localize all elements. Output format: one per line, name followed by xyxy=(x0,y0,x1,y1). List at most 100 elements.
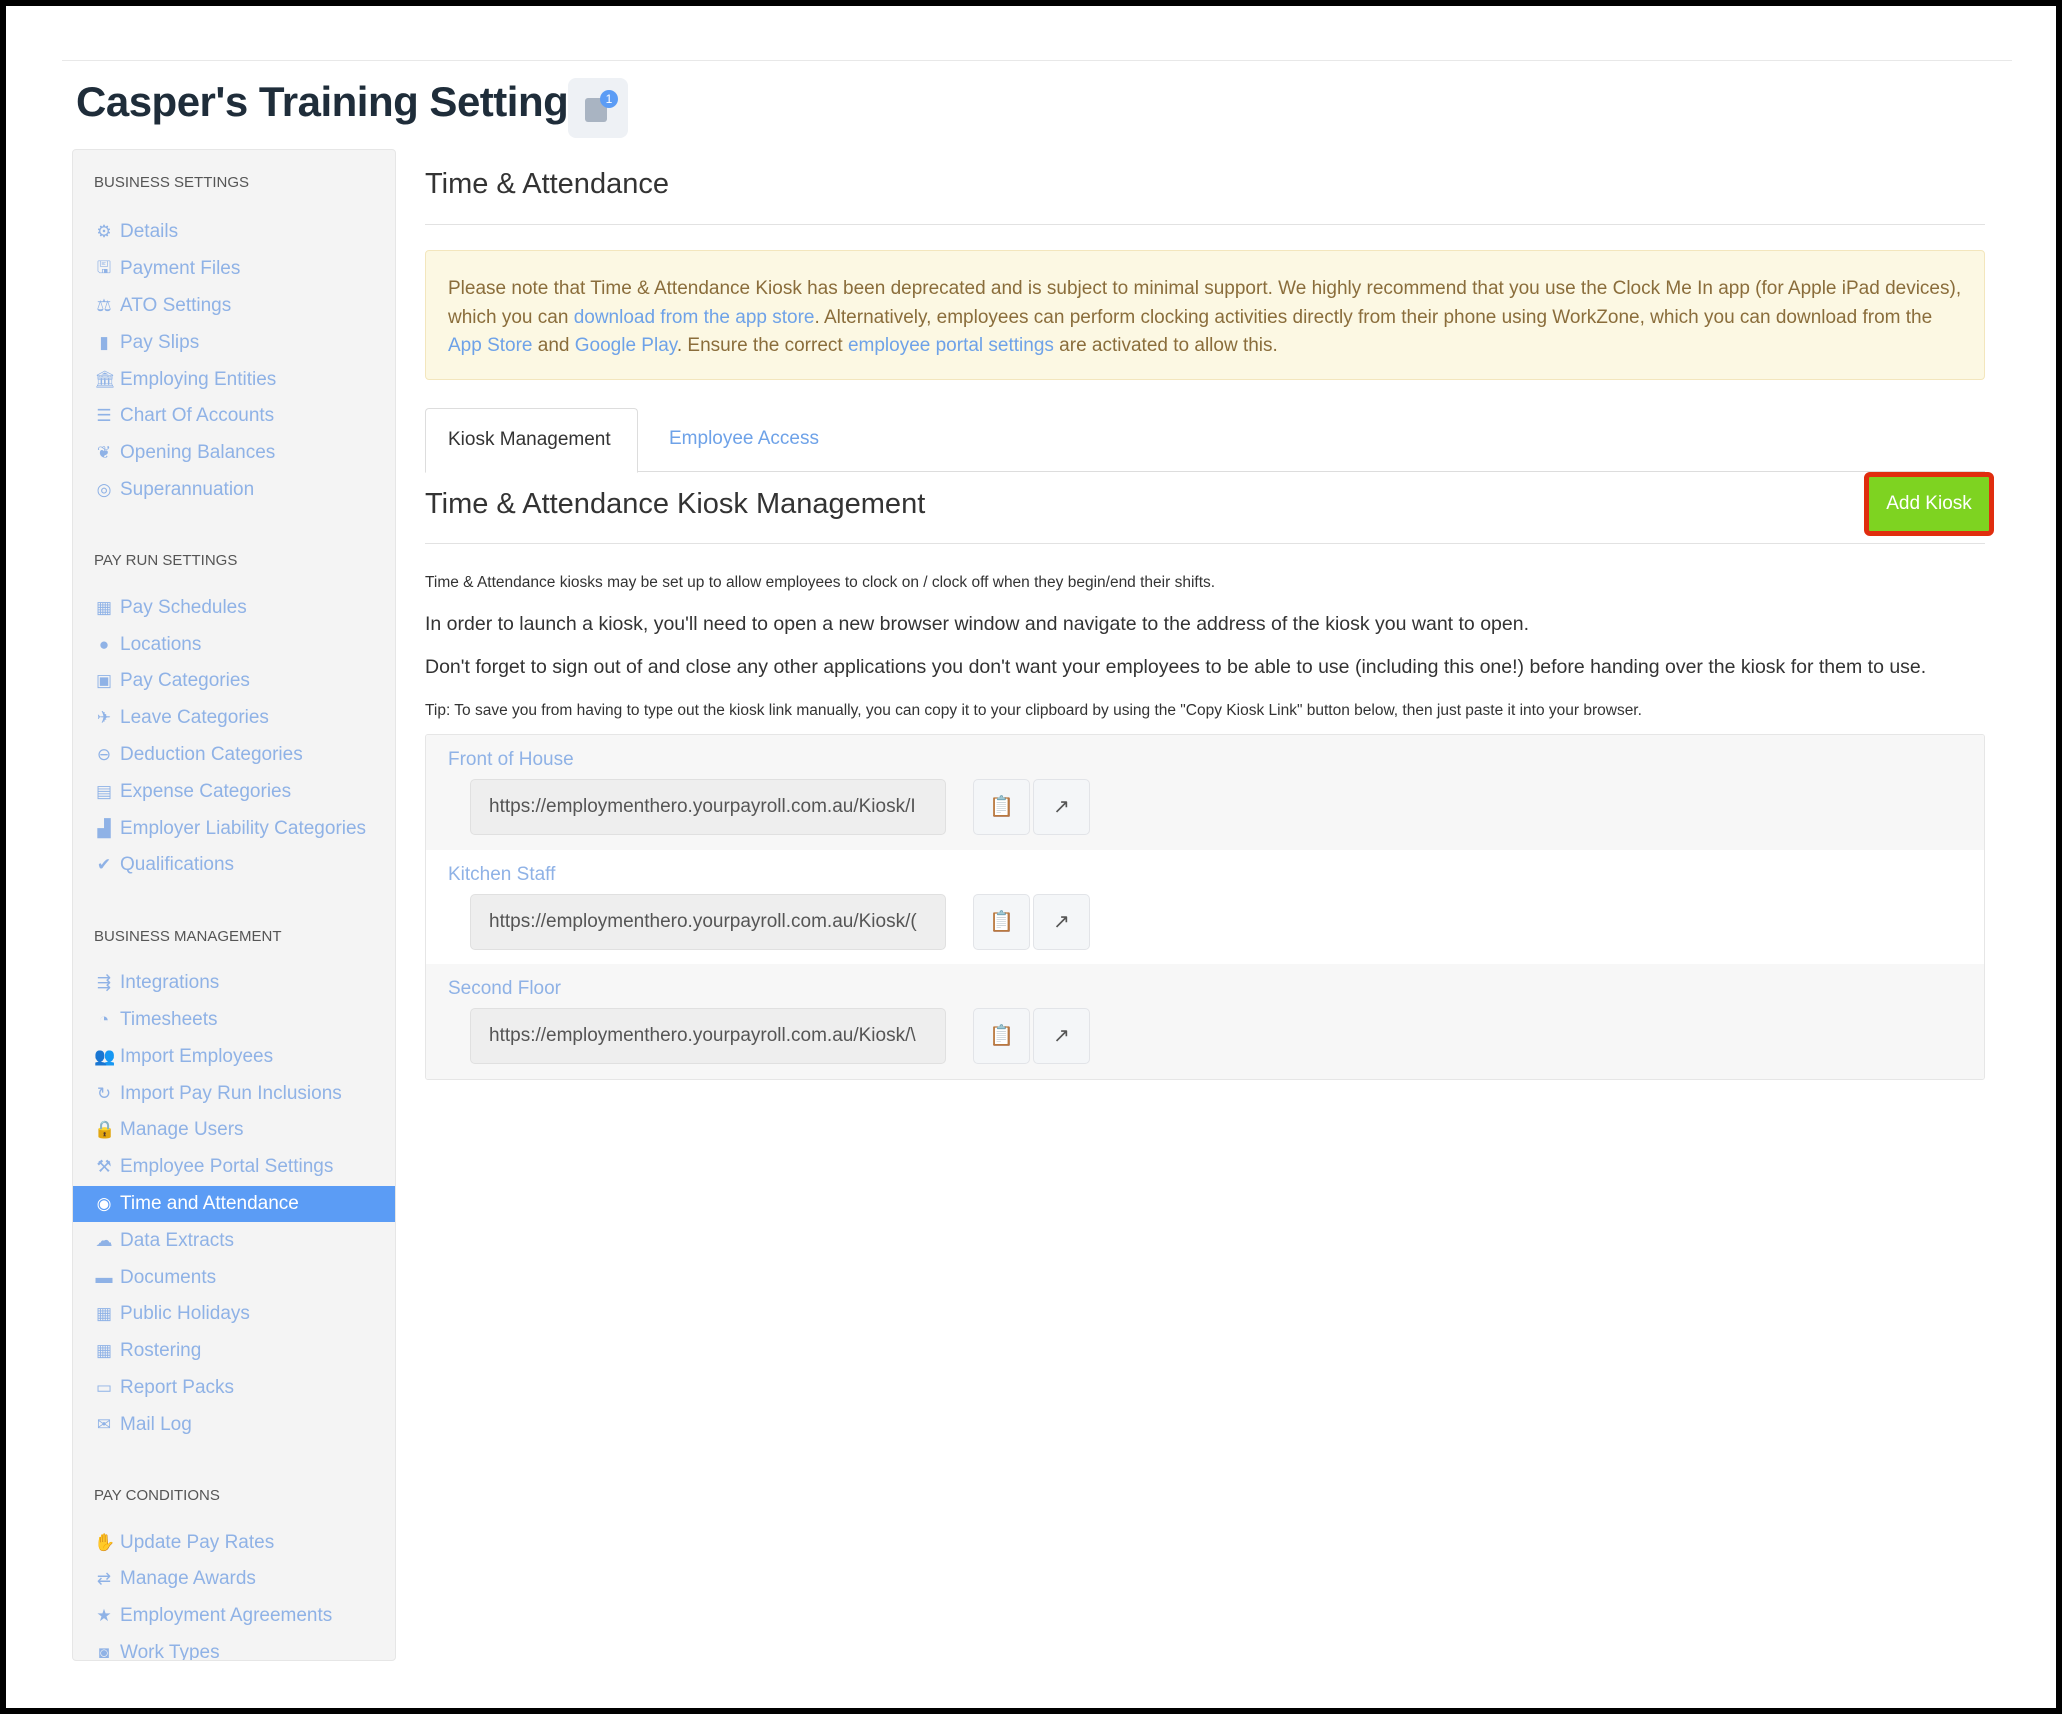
sidebar-item-qualifications[interactable]: ✔ Qualifications xyxy=(73,847,395,884)
kiosk-row: Second Floor https://employmenthero.your… xyxy=(426,964,1984,1079)
add-kiosk-button[interactable]: Add Kiosk xyxy=(1864,472,1994,536)
sidebar-item-timesheets[interactable]: ◔ Timesheets xyxy=(73,1002,395,1039)
sidebar-item-employing-entities[interactable]: 🏛 Employing Entities xyxy=(73,361,395,398)
sidebar-item-update-pay-rates[interactable]: ✋ Update Pay Rates xyxy=(73,1524,395,1561)
folder-icon: ▬ xyxy=(95,1267,113,1287)
sidebar-item-mail-log[interactable]: ✉ Mail Log xyxy=(73,1406,395,1443)
sidebar-item-label: ATO Settings xyxy=(120,294,232,316)
sidebar-item-import-pay-run-inclusions[interactable]: ↻ Import Pay Run Inclusions xyxy=(73,1075,395,1112)
sidebar-item-label: Time and Attendance xyxy=(120,1192,299,1214)
divider xyxy=(425,224,1985,225)
camera-icon: ◙ xyxy=(98,1642,110,1661)
sidebar-item-documents[interactable]: ▬ Documents xyxy=(73,1259,395,1296)
kiosk-row: Kitchen Staff https://employmenthero.you… xyxy=(426,850,1984,965)
sidebar-item-employee-portal-settings[interactable]: ⚒ Employee Portal Settings xyxy=(73,1149,395,1186)
alert-text: and xyxy=(532,335,575,356)
open-kiosk-button[interactable]: ↗ xyxy=(1033,1008,1090,1065)
sidebar-item-employer-liability-categories[interactable]: ▟ Employer Liability Categories xyxy=(73,810,395,847)
sidebar-item-label: Payment Files xyxy=(120,258,241,280)
app-store-link[interactable]: App Store xyxy=(448,335,533,356)
kiosk-list: Front of House https://employmenthero.yo… xyxy=(425,734,1985,1080)
section-heading: Time & Attendance xyxy=(425,168,669,200)
external-link-icon: ↗ xyxy=(1053,1025,1070,1048)
app-store-download-link[interactable]: download from the app store xyxy=(574,307,815,328)
sidebar-section-header: Business Management xyxy=(94,927,282,945)
kiosk-url-field[interactable]: https://employmenthero.yourpayroll.com.a… xyxy=(470,779,946,835)
money-icon: ▣ xyxy=(95,671,113,691)
tab-kiosk-management[interactable]: Kiosk Management xyxy=(425,408,638,473)
star-icon: ★ xyxy=(96,1606,112,1626)
sidebar-section-header: Pay Run Settings xyxy=(94,552,238,570)
copy-kiosk-link-button[interactable]: 📋 xyxy=(973,1008,1030,1065)
sidebar-item-deduction-categories[interactable]: ⊖ Deduction Categories xyxy=(73,737,395,774)
receipt-icon: ▤ xyxy=(95,781,113,801)
notification-badge: 1 xyxy=(600,90,618,108)
tab-employee-access[interactable]: Employee Access xyxy=(647,408,841,473)
sidebar-section-header: Business Settings xyxy=(94,174,250,191)
kiosk-url-field[interactable]: https://employmenthero.yourpayroll.com.a… xyxy=(470,893,946,950)
sidebar-item-time-and-attendance[interactable]: ◉ Time and Attendance xyxy=(73,1185,395,1223)
google-play-link[interactable]: Google Play xyxy=(575,335,677,356)
sidebar-item-pay-schedules[interactable]: ▦ Pay Schedules xyxy=(73,589,395,626)
leaf-icon: ❦ xyxy=(96,443,112,463)
calendar-icon: ▦ xyxy=(95,597,113,617)
kiosk-management-heading: Time & Attendance Kiosk Management xyxy=(425,488,926,520)
sidebar-item-data-extracts[interactable]: ☁ Data Extracts xyxy=(73,1222,395,1259)
sidebar-item-label: Opening Balances xyxy=(120,442,276,464)
sidebar-item-label: Deduction Categories xyxy=(120,743,303,765)
kiosk-name[interactable]: Second Floor xyxy=(448,978,561,1000)
sidebar-item-ato-settings[interactable]: ⚖ ATO Settings xyxy=(73,288,395,325)
sidebar-item-integrations[interactable]: ⇶ Integrations xyxy=(73,965,395,1002)
sidebar-item-work-types[interactable]: ◙ Work Types xyxy=(73,1635,395,1661)
sidebar-item-details[interactable]: ⚙ Details xyxy=(73,214,395,251)
sidebar-item-superannuation[interactable]: ◎ Superannuation xyxy=(73,472,395,509)
sidebar-item-public-holidays[interactable]: ▦ Public Holidays xyxy=(73,1296,395,1333)
lifebuoy-icon: ◎ xyxy=(96,479,112,499)
sidebar-item-opening-balances[interactable]: ❦ Opening Balances xyxy=(73,435,395,472)
sidebar-item-label: Documents xyxy=(120,1266,217,1288)
wand-icon: ⚒ xyxy=(96,1157,112,1177)
sidebar-item-label: Pay Categories xyxy=(120,670,250,692)
sidebar-item-chart-of-accounts[interactable]: ☰ Chart Of Accounts xyxy=(73,398,395,435)
kiosk-name[interactable]: Kitchen Staff xyxy=(448,864,555,886)
sidebar-item-pay-categories[interactable]: ▣ Pay Categories xyxy=(73,663,395,700)
sidebar-item-leave-categories[interactable]: ✈ Leave Categories xyxy=(73,700,395,737)
kiosk-url-field[interactable]: https://employmenthero.yourpayroll.com.a… xyxy=(470,1008,946,1065)
page: Casper's Training Settings 1 Business Se… xyxy=(6,6,2056,1708)
sidebar-item-label: Employee Portal Settings xyxy=(120,1156,334,1178)
sidebar: Business Settings ⚙ Details 🖫 Payment Files ⚖… xyxy=(72,149,396,1661)
notes-button[interactable]: 1 xyxy=(568,78,628,138)
copy-kiosk-link-button[interactable]: 📋 xyxy=(973,893,1030,950)
sidebar-item-report-packs[interactable]: ▭ Report Packs xyxy=(73,1370,395,1407)
open-kiosk-button[interactable]: ↗ xyxy=(1033,779,1090,835)
kiosk-row: Front of House https://employmenthero.yo… xyxy=(426,735,1984,850)
sidebar-item-payment-files[interactable]: 🖫 Payment Files xyxy=(73,251,395,288)
sidebar-item-import-employees[interactable]: 👥 Import Employees xyxy=(73,1038,395,1075)
sidebar-item-manage-users[interactable]: 🔒 Manage Users xyxy=(73,1112,395,1149)
sidebar-item-manage-awards[interactable]: ⇄ Manage Awards xyxy=(73,1561,395,1598)
open-kiosk-button[interactable]: ↗ xyxy=(1033,893,1090,950)
clock-user-icon: ◉ xyxy=(96,1193,112,1213)
clipboard-icon: 📋 xyxy=(989,910,1014,933)
envelope-icon: ✉ xyxy=(96,1414,112,1434)
kiosk-name[interactable]: Front of House xyxy=(448,749,574,771)
sidebar-item-label: Timesheets xyxy=(120,1008,218,1030)
sidebar-item-pay-slips[interactable]: ▮ Pay Slips xyxy=(73,324,395,361)
employee-portal-settings-link[interactable]: employee portal settings xyxy=(848,335,1054,356)
deprecation-alert: Please note that Time & Attendance Kiosk… xyxy=(425,250,1985,380)
folder-open-icon: ▭ xyxy=(95,1377,113,1397)
sidebar-item-expense-categories[interactable]: ▤ Expense Categories xyxy=(73,773,395,810)
sidebar-item-locations[interactable]: ● Locations xyxy=(73,626,395,663)
sidebar-item-employment-agreements[interactable]: ★ Employment Agreements xyxy=(73,1598,395,1635)
sidebar-item-label: Work Types xyxy=(120,1641,220,1661)
refresh-icon: ↻ xyxy=(96,1083,112,1103)
sidebar-item-label: Superannuation xyxy=(120,478,255,500)
sidebar-item-label: Employment Agreements xyxy=(120,1605,333,1627)
sidebar-item-label: Import Pay Run Inclusions xyxy=(120,1082,342,1104)
copy-kiosk-link-button[interactable]: 📋 xyxy=(973,779,1030,835)
sidebar-item-label: Details xyxy=(120,221,179,243)
launch-instructions: In order to launch a kiosk, you'll need … xyxy=(425,613,1529,635)
file-icon: ▮ xyxy=(99,332,109,352)
cloud-download-icon: ☁ xyxy=(95,1230,113,1250)
sidebar-item-rostering[interactable]: ▦ Rostering xyxy=(73,1333,395,1370)
